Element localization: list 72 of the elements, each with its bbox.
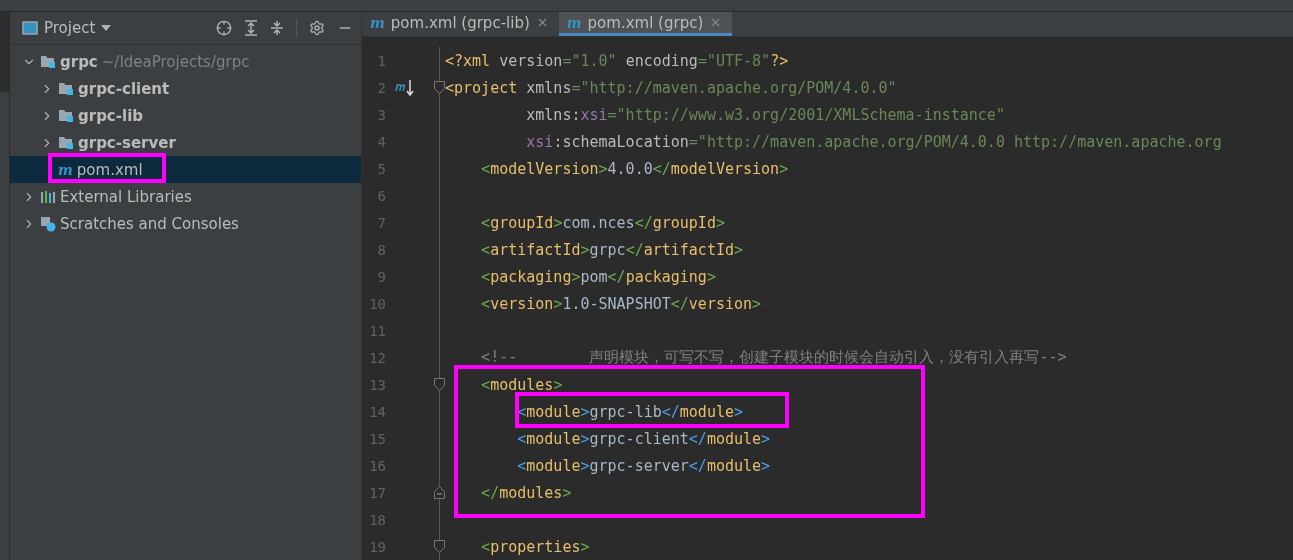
- tree-item[interactable]: External Libraries: [10, 183, 361, 210]
- line-number: 2: [376, 79, 386, 96]
- code-line: <properties>: [480, 537, 590, 556]
- editor-tab[interactable]: m pom.xml (grpc-lib): [362, 12, 559, 36]
- line-number: 16: [368, 457, 386, 474]
- fold-icon[interactable]: [434, 486, 445, 499]
- code-line: <version>1.0-SNAPSHOT</version>: [480, 294, 762, 313]
- locate-icon[interactable]: [216, 20, 232, 36]
- tree-item[interactable]: grpc-server: [10, 129, 361, 156]
- tree-item[interactable]: Scratches and Consoles: [10, 210, 361, 237]
- tree-item[interactable]: grpc-lib: [10, 102, 361, 129]
- line-number: 12: [368, 349, 386, 366]
- line-number: 10: [368, 295, 386, 312]
- line-number: 8: [376, 241, 386, 258]
- code-line: <!-- 声明模块，可写不写，创建子模块的时候会自动引入，没有引入再写-->: [480, 348, 1067, 367]
- module-folder-icon: [58, 81, 74, 96]
- line-number: 3: [376, 106, 386, 123]
- line-number: 6: [376, 187, 386, 204]
- caret-icon[interactable]: [101, 25, 112, 31]
- code-line: xmlns:xsi="http://www.w3.org/2001/XMLSchema-instance": [525, 105, 1005, 124]
- line-number: 4: [376, 133, 386, 150]
- fold-icon[interactable]: [434, 378, 445, 391]
- window-icon: [22, 21, 38, 35]
- code-line: xsi:schemaLocation="http://maven.apache.org/POM/4.0.0 http://maven.apache.org: [525, 132, 1222, 151]
- fold-icon[interactable]: [434, 540, 445, 553]
- editor-tab[interactable]: m pom.xml (grpc): [558, 12, 733, 36]
- item-label: External Libraries: [60, 187, 192, 206]
- line-number: 17: [368, 484, 386, 501]
- item-path: ~/IdeaProjects/grpc: [101, 52, 250, 71]
- scratches-icon: [40, 215, 56, 232]
- item-label: grpc-server: [78, 133, 176, 152]
- maven-icon: m: [370, 14, 385, 31]
- code-line: <project xmlns="http://maven.apache.org/POM/4.0.0": [444, 78, 897, 97]
- item-label: pom.xml: [76, 160, 143, 179]
- fold-icon[interactable]: [434, 81, 445, 94]
- collapse-all-icon[interactable]: [270, 20, 284, 36]
- panel-title[interactable]: Project: [44, 19, 96, 37]
- line-number: 7: [376, 214, 386, 231]
- code-line: <module>grpc-client</module>: [516, 429, 771, 448]
- item-label: grpc-client: [78, 79, 170, 98]
- code-line: <packaging>pom</packaging>: [480, 267, 716, 286]
- line-number: 15: [368, 430, 386, 447]
- module-folder-icon: [40, 54, 56, 69]
- settings-icon[interactable]: [309, 20, 325, 36]
- line-number: 13: [368, 376, 386, 393]
- code-line: <?xml version="1.0" encoding="UTF-8"?>: [444, 51, 789, 70]
- maven-icon: m: [566, 14, 582, 31]
- item-label: Scratches and Consoles: [60, 214, 239, 233]
- code-line: <module>grpc-server</module>: [516, 456, 771, 475]
- libraries-icon: [40, 189, 56, 204]
- line-number: 1: [376, 52, 386, 69]
- module-folder-icon: [58, 108, 74, 123]
- item-label: grpc: [60, 52, 98, 71]
- line-number: 9: [376, 268, 386, 285]
- code-line: <groupId>com.nces</groupId>: [480, 213, 725, 232]
- expand-all-icon[interactable]: [244, 20, 258, 36]
- maven-icon: m: [58, 161, 73, 178]
- line-number: 18: [368, 511, 386, 528]
- line-number: 5: [376, 160, 386, 177]
- maven-arrow-icon[interactable]: [394, 78, 416, 97]
- line-number: 11: [368, 322, 386, 339]
- code-line: <modules>: [480, 375, 563, 394]
- line-number: 14: [368, 403, 386, 420]
- code-line: </modules>: [480, 483, 572, 502]
- code-line: <modelVersion>4.0.0</modelVersion>: [480, 159, 789, 178]
- module-folder-icon: [58, 135, 74, 150]
- tree-item[interactable]: grpc ~/IdeaProjects/grpc: [10, 48, 361, 75]
- code-line: <artifactId>grpc</artifactId>: [480, 240, 744, 259]
- item-label: grpc-lib: [78, 106, 143, 125]
- tree-item[interactable]: grpc-client: [10, 75, 361, 102]
- line-number: 19: [368, 538, 386, 555]
- tree-item[interactable]: m pom.xml: [10, 156, 361, 183]
